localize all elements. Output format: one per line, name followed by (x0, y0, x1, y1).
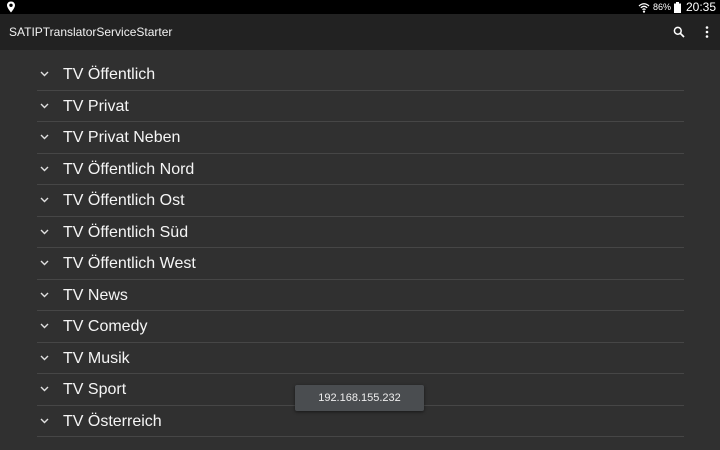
chevron-down-icon (40, 229, 49, 234)
overflow-menu-button[interactable] (699, 23, 715, 41)
wifi-icon (638, 2, 650, 13)
battery-icon (673, 1, 681, 13)
search-button[interactable] (670, 23, 688, 41)
chevron-down-icon (40, 103, 49, 108)
group-row-tv-oeffentlich-west[interactable]: TV Öffentlich West (37, 248, 684, 280)
group-label: TV Musik (63, 349, 130, 367)
group-label: TV Öffentlich Nord (63, 160, 195, 178)
chevron-down-icon (40, 71, 49, 77)
group-label: TV Comedy (63, 318, 148, 335)
group-row-tv-privat-neben[interactable]: TV Privat Neben (37, 122, 684, 154)
chevron-down-icon (40, 197, 49, 203)
group-label: TV Öffentlich (63, 66, 156, 83)
app-title: SATIPTranslatorServiceStarter (9, 25, 173, 39)
group-row-tv-privat[interactable]: TV Privat (37, 91, 684, 122)
battery-percentage: 86% (652, 2, 671, 12)
search-icon (673, 26, 685, 38)
group-row-tv-oeffentlich-nord[interactable]: TV Öffentlich Nord (37, 154, 684, 185)
group-row-tv-musik[interactable]: TV Musik (37, 343, 684, 374)
group-row-tv-oeffentlich[interactable]: TV Öffentlich (37, 59, 684, 91)
channel-group-list: TV Öffentlich TV Privat TV Privat Neben … (37, 59, 684, 437)
chevron-down-icon (40, 386, 49, 392)
ip-address-toast: 192.168.155.232 (295, 385, 424, 411)
chevron-down-icon (40, 292, 49, 297)
group-row-tv-news[interactable]: TV News (37, 280, 684, 311)
group-label: TV Öffentlich Süd (63, 223, 189, 241)
chevron-down-icon (40, 260, 49, 266)
group-label: TV Sport (63, 381, 127, 398)
chevron-down-icon (40, 134, 49, 140)
chevron-down-icon (40, 166, 49, 171)
chevron-down-icon (40, 355, 49, 360)
status-clock: 20:35 (685, 0, 716, 14)
status-bar: 86% 20:35 (0, 0, 720, 14)
group-label: TV Privat Neben (63, 129, 181, 146)
group-label: TV News (63, 286, 128, 304)
group-label: TV Öffentlich West (63, 255, 196, 272)
overflow-menu-icon (705, 26, 709, 38)
group-label: TV Öffentlich Ost (63, 192, 185, 209)
location-icon (7, 1, 15, 13)
chevron-down-icon (40, 323, 49, 329)
group-row-tv-comedy[interactable]: TV Comedy (37, 311, 684, 343)
group-label: TV Österreich (63, 412, 162, 430)
group-label: TV Privat (63, 97, 129, 115)
chevron-down-icon (40, 418, 49, 423)
group-row-tv-oeffentlich-sued[interactable]: TV Öffentlich Süd (37, 217, 684, 248)
group-row-tv-oeffentlich-ost[interactable]: TV Öffentlich Ost (37, 185, 684, 217)
action-bar: SATIPTranslatorServiceStarter (0, 14, 720, 50)
